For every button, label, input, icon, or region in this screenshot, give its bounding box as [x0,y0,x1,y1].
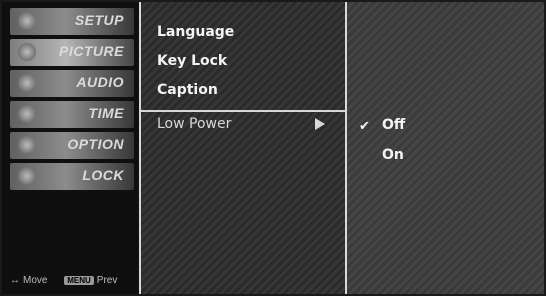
menu-item-language[interactable]: Language [157,24,234,40]
sidebar-item-lock[interactable]: LOCK [10,163,134,190]
setup-icon [18,12,36,30]
option-icon [18,136,36,154]
lock-icon [18,167,36,185]
sidebar-item-option[interactable]: OPTION [10,132,134,159]
clock-icon [18,105,36,123]
sidebar-item-label: TIME [88,105,124,121]
checkmark-icon: ✔ [359,119,370,134]
sidebar-item-label: AUDIO [76,74,124,90]
sidebar-item-setup[interactable]: SETUP [10,8,134,35]
category-sidebar: SETUP PICTURE AUDIO TIME OPTION LOCK ↔ Mo… [2,2,141,294]
menu-item-key-lock[interactable]: Key Lock [157,53,227,69]
sidebar-item-picture[interactable]: PICTURE [10,39,134,66]
tv-menu-screen: SETUP PICTURE AUDIO TIME OPTION LOCK ↔ Mo… [0,0,546,296]
submenu-option-off[interactable]: Off [382,117,405,133]
menu-item-low-power[interactable]: Low Power [141,110,345,138]
move-arrows-icon: ↔ [10,275,20,286]
sidebar-item-audio[interactable]: AUDIO [10,70,134,97]
arrow-right-icon [315,118,325,130]
menu-key-icon: MENU [64,276,94,285]
sidebar-item-label: OPTION [67,136,124,152]
menu-item-caption[interactable]: Caption [157,82,218,98]
submenu-panel: ✔ Off On [347,2,544,294]
sidebar-item-label: LOCK [82,167,124,183]
sidebar-item-time[interactable]: TIME [10,101,134,128]
menu-item-label: Low Power [157,116,232,132]
prev-hint-label: Prev [96,275,118,286]
picture-icon [18,43,36,61]
sidebar-item-label: PICTURE [59,43,124,59]
sidebar-item-label: SETUP [74,12,124,28]
audio-icon [18,74,36,92]
move-hint-label: Move [23,275,48,286]
option-list: Language Key Lock Caption Low Power [141,2,347,294]
submenu-option-on[interactable]: On [382,147,404,163]
navigation-hint: ↔ Move MENU Prev [10,275,117,286]
